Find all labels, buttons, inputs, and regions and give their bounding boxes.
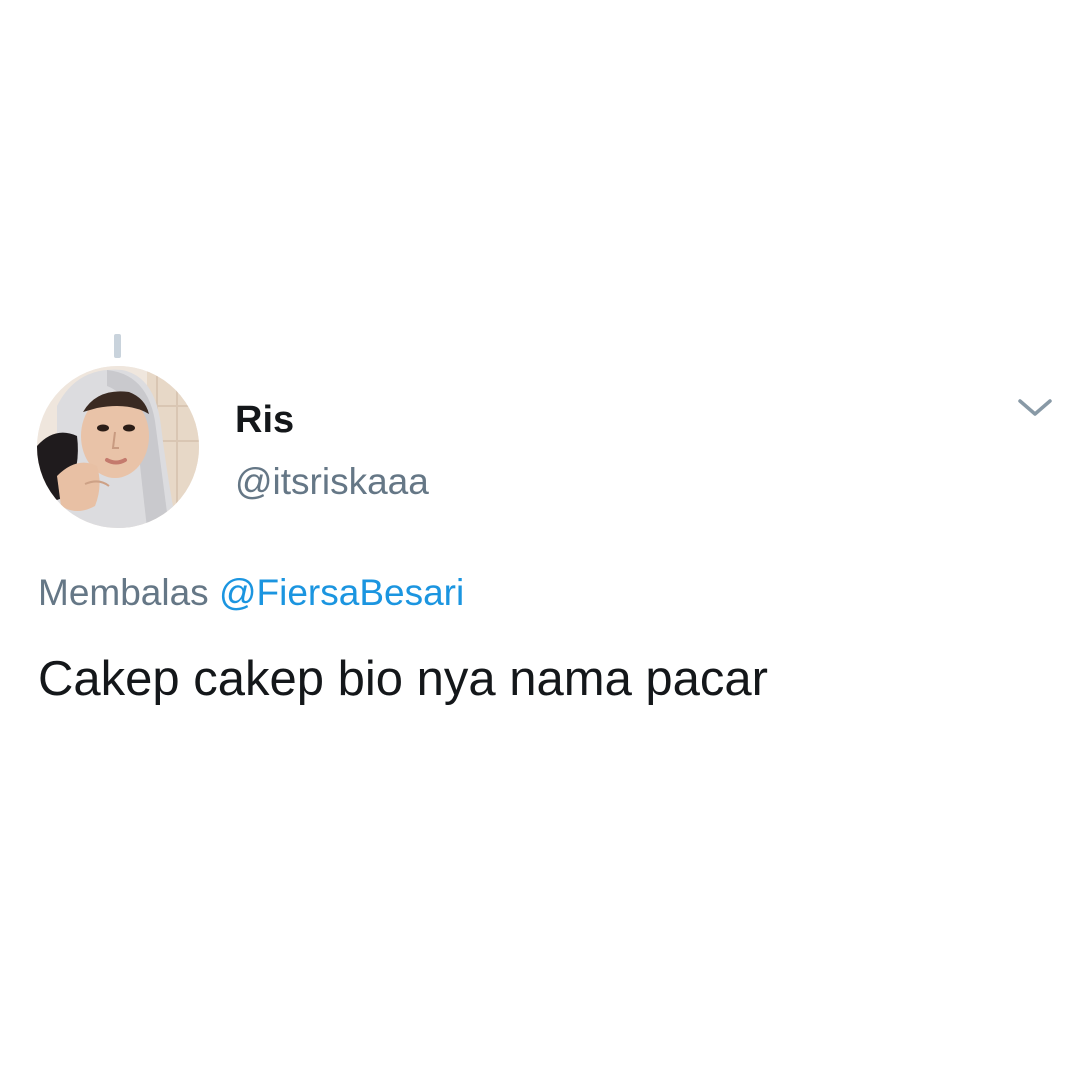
reply-context: Membalas @FiersaBesari [38, 568, 464, 618]
profile-photo-icon [37, 366, 199, 528]
chevron-down-icon [1018, 399, 1052, 416]
more-options-button[interactable] [1016, 393, 1054, 423]
reply-mention-link[interactable]: @FiersaBesari [219, 572, 464, 613]
author-display-name[interactable]: Ris [235, 396, 294, 444]
tweet-text: Cakep cakep bio nya nama pacar [38, 652, 768, 706]
author-handle[interactable]: @itsriskaaa [235, 458, 429, 506]
thread-connector-line [114, 334, 121, 358]
avatar[interactable] [37, 366, 199, 528]
reply-prefix-label: Membalas [38, 572, 209, 613]
